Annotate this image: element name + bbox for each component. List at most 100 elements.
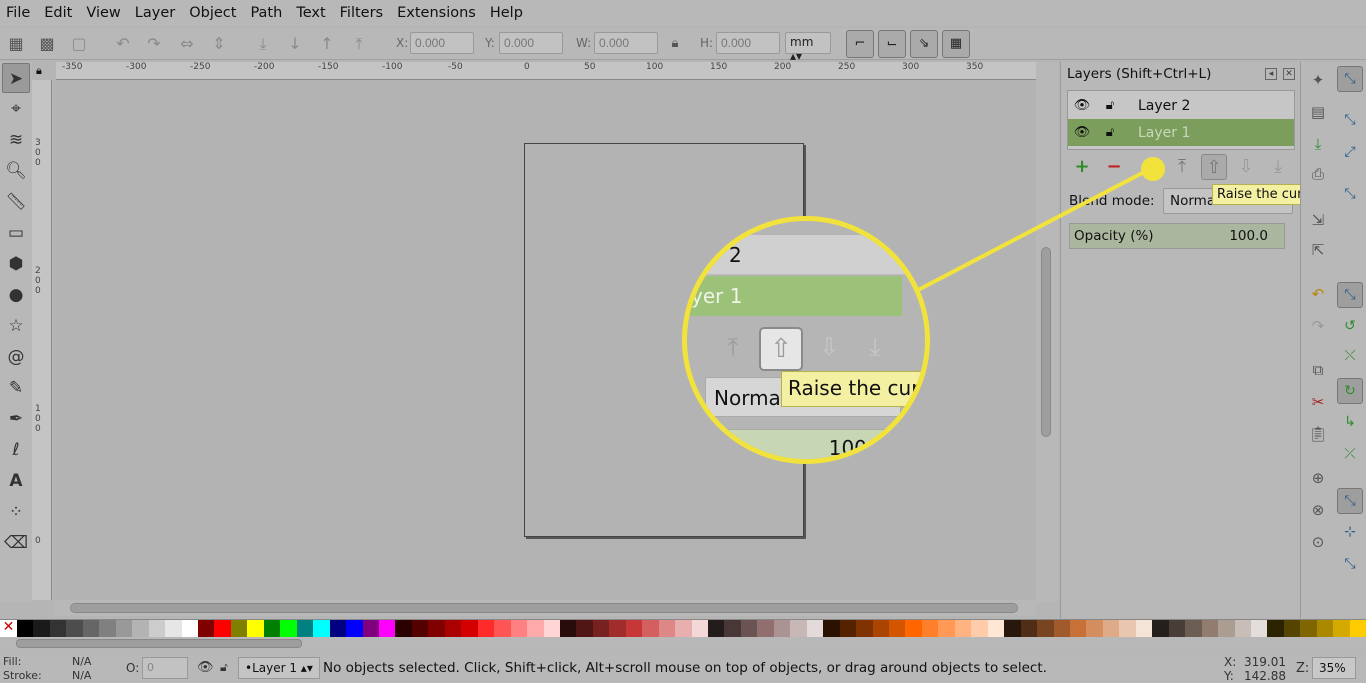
color-swatch[interactable] (82, 620, 100, 637)
scrollbar-thumb[interactable] (1041, 247, 1051, 437)
lower-to-bottom-icon[interactable]: ⤓ (1265, 154, 1291, 180)
raise-icon[interactable]: ↑ (316, 33, 338, 55)
color-swatch[interactable] (790, 620, 807, 637)
raise-to-top-icon[interactable]: ⤒ (1169, 154, 1195, 180)
snap-bbox-corner-icon[interactable]: ⤡ (1337, 182, 1363, 208)
color-swatch[interactable] (1300, 620, 1317, 637)
color-swatch[interactable] (17, 620, 34, 637)
opacity-field[interactable]: Opacity (%) 100.0 (1069, 223, 1285, 249)
color-swatch[interactable] (33, 620, 50, 637)
color-swatch[interactable] (247, 620, 264, 637)
lock-icon[interactable]: 🔓︎ (1096, 98, 1124, 113)
color-swatch[interactable] (905, 620, 922, 637)
color-swatch[interactable] (346, 620, 363, 637)
snap-rotation-icon[interactable]: ⊹ (1337, 520, 1363, 546)
eraser-tool-icon[interactable]: ⌫ (2, 528, 30, 558)
lower-icon[interactable]: ↓ (284, 33, 306, 55)
snap-midpoint-icon[interactable]: ⤫ (1337, 442, 1363, 468)
color-swatch[interactable] (889, 620, 906, 637)
selector-tool-icon[interactable]: ➤ (2, 63, 30, 93)
rotate-cw-icon[interactable]: ↷ (143, 33, 165, 55)
color-swatch[interactable] (510, 620, 528, 637)
color-swatch[interactable] (263, 620, 281, 637)
lower-layer-icon[interactable]: ⇩ (1233, 154, 1259, 180)
snap-page-icon[interactable]: ⤡ (1337, 552, 1363, 578)
color-swatch[interactable] (1037, 620, 1054, 637)
color-swatch[interactable] (658, 620, 676, 637)
fill-value[interactable]: N/A (72, 655, 91, 668)
select-all-icon[interactable]: ▦ (5, 33, 27, 55)
lower-to-bottom-icon[interactable]: ⤓ (252, 33, 274, 55)
color-swatch[interactable] (1053, 620, 1070, 637)
horizontal-scrollbar[interactable] (54, 600, 1036, 616)
color-swatch[interactable] (823, 620, 840, 637)
menu-layer[interactable]: Layer (135, 5, 175, 21)
menu-edit[interactable]: Edit (44, 5, 72, 21)
zoom-page-icon[interactable]: ⊙ (1306, 530, 1330, 554)
snap-bbox-icon[interactable]: ⤡ (1337, 108, 1363, 134)
color-swatch[interactable] (49, 620, 67, 637)
stroke-value[interactable]: N/A (72, 669, 91, 682)
deselect-icon[interactable]: ▢ (68, 33, 90, 55)
zoom-tool-icon[interactable]: 🔍︎ (2, 156, 30, 186)
color-swatch[interactable] (115, 620, 133, 637)
w-field[interactable] (594, 32, 658, 54)
print-icon[interactable]: ⎙ (1306, 162, 1330, 186)
paste-icon[interactable]: 📋︎ (1306, 422, 1330, 446)
color-swatch[interactable] (1250, 620, 1268, 637)
y-field[interactable] (499, 32, 563, 54)
color-swatch[interactable] (494, 620, 511, 637)
color-swatch[interactable] (1102, 620, 1120, 637)
menu-filters[interactable]: Filters (340, 5, 383, 21)
color-swatch[interactable] (181, 620, 198, 637)
layer-row[interactable]: 👁︎ 🔓︎ Layer 2 (1068, 92, 1294, 119)
snap-intersection-icon[interactable]: ⤬ (1337, 344, 1363, 370)
layer-row-selected[interactable]: 👁︎ 🔓︎ Layer 1 (1068, 119, 1294, 146)
zoom-selection-icon[interactable]: ⊕ (1306, 466, 1330, 490)
3d-box-tool-icon[interactable]: ⬢ (2, 249, 30, 279)
layer-lock-icon[interactable]: 🔓︎ (220, 660, 228, 675)
menu-text[interactable]: Text (296, 5, 325, 21)
menu-view[interactable]: View (86, 5, 120, 21)
color-swatch[interactable] (938, 620, 955, 637)
color-swatch[interactable] (971, 620, 988, 637)
snap-center-icon[interactable]: ⤡ (1337, 488, 1363, 514)
scrollbar-thumb[interactable] (70, 603, 1018, 613)
star-tool-icon[interactable]: ☆ (2, 311, 30, 341)
color-swatch[interactable] (609, 620, 626, 637)
zoom-drawing-icon[interactable]: ⊗ (1306, 498, 1330, 522)
ellipse-tool-icon[interactable]: ● (2, 280, 30, 310)
open-icon[interactable]: ▤ (1306, 100, 1330, 124)
color-swatch[interactable] (856, 620, 873, 637)
remove-layer-icon[interactable]: − (1101, 154, 1127, 180)
color-swatch[interactable] (576, 620, 593, 637)
export-icon[interactable]: ⇱ (1306, 238, 1330, 262)
color-swatch[interactable] (1020, 620, 1038, 637)
color-swatch[interactable] (625, 620, 643, 637)
color-swatch[interactable] (280, 620, 297, 637)
copy-icon[interactable]: ⧉ (1306, 358, 1330, 382)
undo-icon[interactable]: ↶ (1306, 282, 1330, 306)
calligraphy-tool-icon[interactable]: ℓ (2, 435, 30, 465)
flip-horizontal-icon[interactable]: ⇔ (176, 33, 198, 55)
color-swatch[interactable] (675, 620, 692, 637)
color-swatch[interactable] (1349, 620, 1366, 637)
color-swatch[interactable] (708, 620, 725, 637)
color-swatch[interactable] (921, 620, 939, 637)
scale-stroke-button[interactable]: ⌐ (846, 30, 874, 58)
spiral-tool-icon[interactable]: @ (2, 342, 30, 372)
color-swatch[interactable] (1234, 620, 1251, 637)
color-swatch[interactable] (378, 620, 396, 637)
color-swatch[interactable] (477, 620, 495, 637)
add-layer-icon[interactable]: + (1069, 154, 1095, 180)
snap-path-icon[interactable]: ↺ (1337, 314, 1363, 340)
snap-cusp-icon[interactable]: ↻ (1337, 378, 1363, 404)
spray-tool-icon[interactable]: ⁘ (2, 497, 30, 527)
x-field[interactable] (410, 32, 474, 54)
pen-tool-icon[interactable]: ✒ (2, 404, 30, 434)
snap-nodes-icon[interactable]: ⤡ (1337, 282, 1363, 308)
current-layer-select[interactable]: •Layer 1 ▴▾ (238, 657, 320, 679)
color-swatch[interactable] (1316, 620, 1334, 637)
snap-smooth-icon[interactable]: ↳ (1337, 410, 1363, 436)
color-swatch[interactable] (839, 620, 857, 637)
